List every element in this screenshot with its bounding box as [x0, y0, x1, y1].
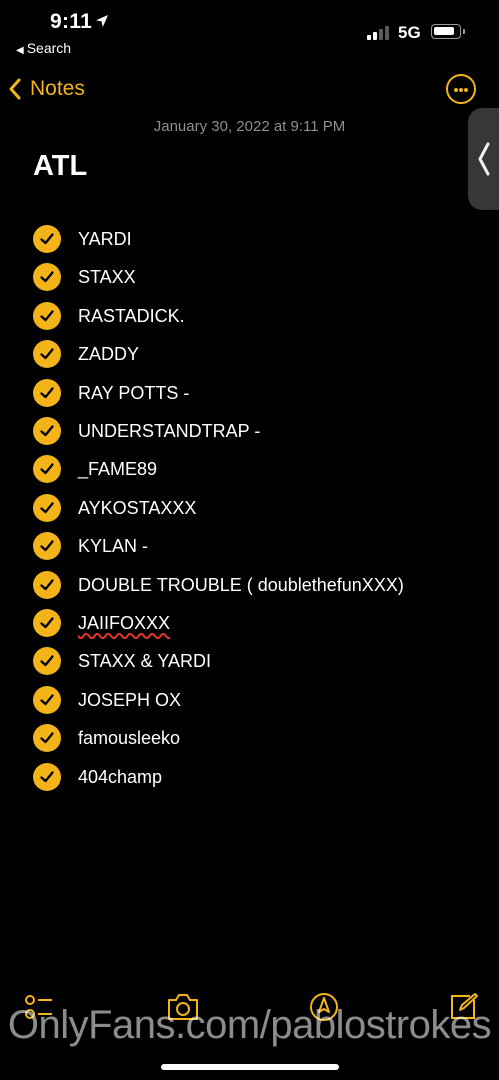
checkbox-checked-icon[interactable] [33, 686, 61, 714]
checklist-item[interactable]: STAXX & YARDI [33, 644, 211, 678]
checkmark-icon [40, 271, 54, 283]
network-type: 5G [398, 23, 421, 42]
checkmark-icon [40, 579, 54, 591]
checklist-item[interactable]: UNDERSTANDTRAP - [33, 414, 260, 448]
checkmark-icon [40, 655, 54, 667]
checklist-item[interactable]: JAIIFOXXX [33, 606, 170, 640]
checklist-item[interactable]: RASTADICK. [33, 299, 185, 333]
checkbox-checked-icon[interactable] [33, 340, 61, 368]
checklist-item-text[interactable]: STAXX [78, 267, 136, 288]
checkbox-checked-icon[interactable] [33, 494, 61, 522]
battery-cap [463, 29, 465, 34]
checkmark-icon [40, 694, 54, 706]
back-to-search-label: Search [26, 40, 72, 56]
checkmark-icon [40, 771, 54, 783]
checklist-item[interactable]: famousleeko [33, 721, 180, 755]
battery-icon [431, 24, 461, 39]
status-bar: 9:11 ◀ Search 5G [0, 0, 499, 60]
checklist-item-text[interactable]: _FAME89 [78, 459, 157, 480]
back-triangle-icon: ◀ [16, 45, 24, 56]
checkbox-checked-icon[interactable] [33, 647, 61, 675]
checklist-item-text[interactable]: STAXX & YARDI [78, 651, 211, 672]
checkmark-icon [40, 425, 54, 437]
checklist-item-text[interactable]: JAIIFOXXX [78, 613, 170, 634]
checklist-item[interactable]: 404champ [33, 760, 162, 794]
checklist-item[interactable]: DOUBLE TROUBLE ( doublethefunXXX) [33, 568, 404, 602]
checklist-item[interactable]: RAY POTTS - [33, 376, 189, 410]
checklist-item-text[interactable]: AYKOSTAXXX [78, 498, 196, 519]
checklist-item-text[interactable]: famousleeko [78, 728, 180, 749]
checkbox-checked-icon[interactable] [33, 302, 61, 330]
checklist-item-text[interactable]: YARDI [78, 229, 132, 250]
checkbox-checked-icon[interactable] [33, 609, 61, 637]
checklist-item[interactable]: YARDI [33, 222, 132, 256]
status-time: 9:11 [50, 10, 93, 33]
checkmark-icon [40, 233, 54, 245]
checkmark-icon [40, 732, 54, 744]
checklist-item-text[interactable]: ZADDY [78, 344, 139, 365]
checkbox-checked-icon[interactable] [33, 263, 61, 291]
checkmark-icon [40, 502, 54, 514]
cellular-signal-icon [367, 24, 391, 40]
note-date: January 30, 2022 at 9:11 PM [153, 118, 346, 135]
checklist-item-text[interactable]: RASTADICK. [78, 306, 185, 327]
back-to-notes-button[interactable]: Notes [8, 74, 85, 104]
more-options-button[interactable] [446, 74, 476, 104]
checklist-item[interactable]: KYLAN - [33, 529, 148, 563]
checklist-item[interactable]: AYKOSTAXXX [33, 491, 196, 525]
back-label: Notes [30, 77, 85, 100]
checklist-item-text[interactable]: 404champ [78, 767, 162, 788]
checkbox-checked-icon[interactable] [33, 532, 61, 560]
checkmark-icon [40, 617, 54, 629]
note-title[interactable]: ATL [33, 150, 87, 183]
checkmark-icon [40, 310, 54, 322]
back-to-search-link[interactable]: ◀ Search [16, 40, 71, 56]
checklist-item-text[interactable]: UNDERSTANDTRAP - [78, 421, 260, 442]
location-arrow-icon [96, 15, 108, 27]
checkmark-icon [40, 463, 54, 475]
checkbox-checked-icon[interactable] [33, 724, 61, 752]
checklist-item-text[interactable]: KYLAN - [78, 536, 148, 557]
checkbox-checked-icon[interactable] [33, 417, 61, 445]
checkbox-checked-icon[interactable] [33, 379, 61, 407]
chevron-left-icon [9, 78, 21, 100]
watermark-text: OnlyFans.com/pablostrokes [7, 1003, 492, 1047]
checklist-item-text[interactable]: DOUBLE TROUBLE ( doublethefunXXX) [78, 575, 404, 596]
checklist-item[interactable]: JOSEPH OX [33, 683, 181, 717]
chevron-left-icon [478, 142, 490, 176]
checkmark-icon [40, 387, 54, 399]
checkmark-icon [40, 540, 54, 552]
checkmark-icon [40, 348, 54, 360]
checklist-item-text[interactable]: RAY POTTS - [78, 383, 189, 404]
checkbox-checked-icon[interactable] [33, 225, 61, 253]
checklist-item[interactable]: STAXX [33, 260, 136, 294]
checkbox-checked-icon[interactable] [33, 571, 61, 599]
checklist-item[interactable]: ZADDY [33, 337, 139, 371]
checkbox-checked-icon[interactable] [33, 763, 61, 791]
checklist-item[interactable]: _FAME89 [33, 452, 157, 486]
checklist-item-text[interactable]: JOSEPH OX [78, 690, 181, 711]
checkbox-checked-icon[interactable] [33, 455, 61, 483]
home-indicator[interactable] [161, 1064, 339, 1070]
